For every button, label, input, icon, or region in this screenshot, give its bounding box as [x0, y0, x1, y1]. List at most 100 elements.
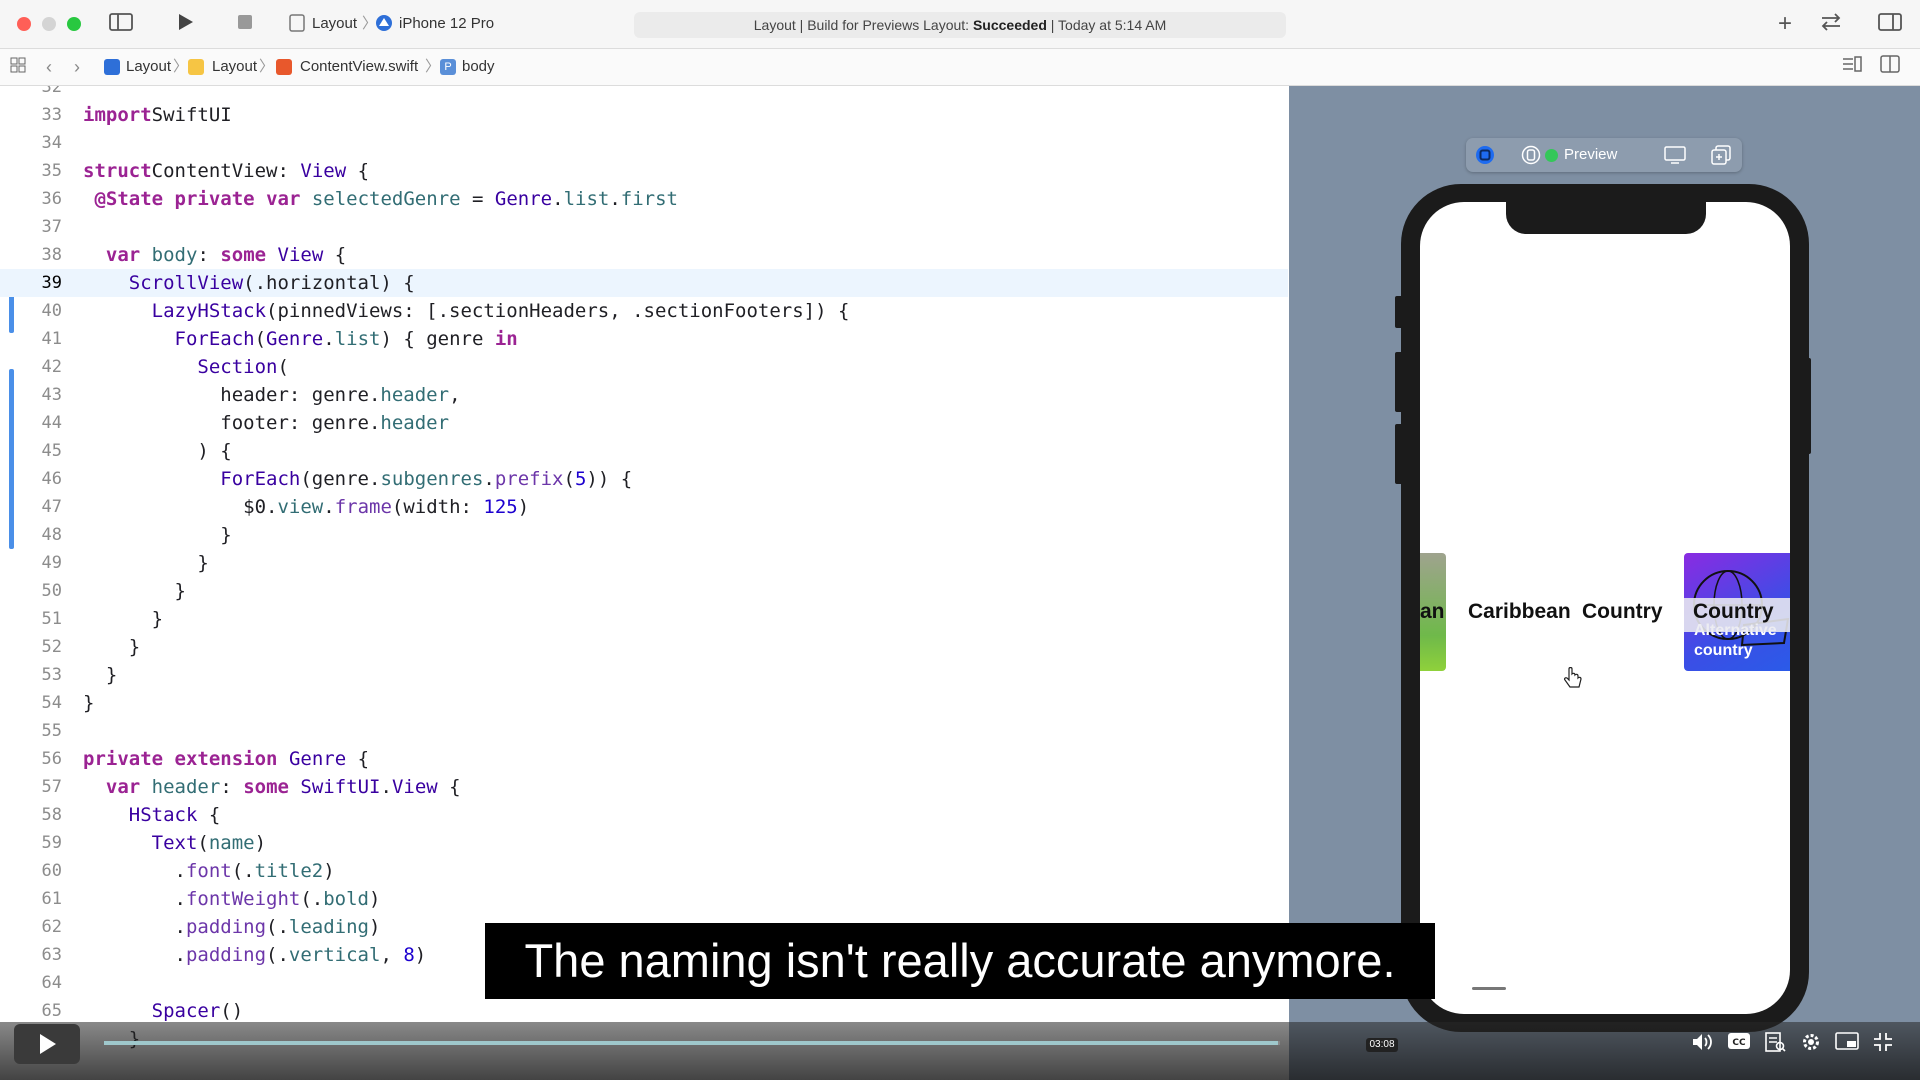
code-line[interactable]: 39 ScrollView(.horizontal) {	[0, 269, 1288, 297]
code-line[interactable]: 59 Text(name)	[0, 829, 1288, 857]
code-line[interactable]: 34	[0, 129, 1288, 157]
code-text: }	[83, 521, 231, 549]
plus-icon[interactable]: +	[1773, 12, 1797, 36]
code-token: .	[609, 188, 621, 210]
swap-icon[interactable]	[1818, 12, 1844, 36]
code-line[interactable]: 42 Section(	[0, 353, 1288, 381]
code-token: prefix	[494, 468, 564, 490]
code-token: ))	[586, 468, 610, 490]
code-text: }	[83, 689, 94, 717]
code-line[interactable]: 32	[0, 86, 1288, 101]
device-selector[interactable]: iPhone 12 Pro	[399, 14, 494, 34]
code-line[interactable]: 41 ForEach(Genre.list) { genre in	[0, 325, 1288, 353]
code-token: 125	[483, 496, 518, 518]
simulator-screen[interactable]: an Caribbean Country Alternative country…	[1420, 202, 1790, 1014]
code-line[interactable]: 48 }	[0, 521, 1288, 549]
split-editor-icon[interactable]	[1878, 55, 1902, 79]
volume-icon[interactable]	[1690, 1031, 1716, 1057]
code-token: list	[334, 328, 381, 350]
chevron-right-icon: 〉	[259, 58, 275, 75]
code-line[interactable]: 56 private extension Genre {	[0, 745, 1288, 773]
forward-icon[interactable]: ›	[68, 55, 86, 79]
code-line[interactable]: 57 var header: some SwiftUI.View {	[0, 773, 1288, 801]
code-token: ForEach	[174, 328, 255, 350]
code-text: ForEach(genre.subgenres.prefix(5)) {	[83, 465, 632, 493]
code-line[interactable]: 65 Spacer()	[0, 997, 1288, 1025]
code-token: :	[220, 776, 244, 798]
code-line[interactable]: 35 structContentView: View {	[0, 157, 1288, 185]
related-items-icon[interactable]	[8, 56, 28, 80]
code-token: footer: genre.	[83, 412, 381, 434]
closed-captions-icon[interactable]: CC	[1726, 1031, 1752, 1057]
code-line[interactable]: 40 LazyHStack(pinnedViews: [.sectionHead…	[0, 297, 1288, 325]
stop-button[interactable]	[232, 12, 258, 36]
line-number: 53	[41, 665, 62, 685]
code-token: var	[266, 188, 301, 210]
line-number: 60	[41, 861, 62, 881]
transcript-icon[interactable]	[1762, 1031, 1788, 1057]
code-text: var header: some SwiftUI.View {	[83, 773, 461, 801]
swift-file-icon	[276, 59, 292, 75]
video-progress-track[interactable]: 03:08	[104, 1038, 1398, 1052]
code-line[interactable]: 43 header: genre.header,	[0, 381, 1288, 409]
code-line[interactable]: 36 @State private var selectedGenre = Ge…	[0, 185, 1288, 213]
duplicate-preview-icon[interactable]	[1710, 145, 1732, 165]
line-number: 45	[41, 441, 62, 461]
code-token: list	[563, 188, 610, 210]
code-line[interactable]: 38 var body: some View {	[0, 241, 1288, 269]
selectable-mode-icon[interactable]	[1520, 145, 1542, 165]
zoom-window-button[interactable]	[67, 17, 81, 31]
code-line[interactable]: 53 }	[0, 661, 1288, 689]
line-number: 38	[41, 245, 62, 265]
code-token: (.	[266, 944, 289, 966]
code-text: Spacer()	[83, 997, 244, 1025]
play-icon[interactable]	[14, 1024, 80, 1064]
breadcrumb-symbol[interactable]: body	[462, 58, 495, 76]
code-line[interactable]: 45 ) {	[0, 437, 1288, 465]
code-line[interactable]: 44 footer: genre.header	[0, 409, 1288, 437]
code-token: fontWeight	[185, 888, 301, 910]
exit-fullscreen-icon[interactable]	[1870, 1031, 1896, 1057]
minimize-window-button[interactable]	[42, 17, 56, 31]
code-line[interactable]: 61 .fontWeight(.bold)	[0, 885, 1288, 913]
sidebar-toggle-icon[interactable]	[108, 12, 134, 36]
scheme-selector[interactable]: Layout	[312, 14, 357, 34]
code-line[interactable]: 58 HStack {	[0, 801, 1288, 829]
code-line[interactable]: 55	[0, 717, 1288, 745]
code-token: (	[254, 328, 267, 350]
code-token: ,	[380, 944, 404, 966]
code-token: .	[552, 188, 564, 210]
settings-gear-icon[interactable]	[1798, 1031, 1824, 1057]
breadcrumb-file[interactable]: ContentView.swift	[300, 58, 418, 76]
code-line[interactable]: 51 }	[0, 605, 1288, 633]
code-line[interactable]: 50 }	[0, 577, 1288, 605]
breadcrumb-folder[interactable]: Layout	[212, 58, 257, 76]
code-line[interactable]: 46 ForEach(genre.subgenres.prefix(5)) {	[0, 465, 1288, 493]
picture-in-picture-icon[interactable]	[1834, 1031, 1860, 1057]
code-line[interactable]: 54}	[0, 689, 1288, 717]
code-token: )	[254, 832, 267, 854]
editor-options-icon[interactable]	[1840, 55, 1864, 79]
preview-label[interactable]: Preview	[1564, 145, 1617, 165]
code-line[interactable]: 49 }	[0, 549, 1288, 577]
code-line[interactable]: 33 importSwiftUI	[0, 101, 1288, 129]
inspector-toggle-icon[interactable]	[1877, 12, 1903, 36]
code-line[interactable]: 52 }	[0, 633, 1288, 661]
code-line[interactable]: 60 .font(.title2)	[0, 857, 1288, 885]
code-token: (pinnedViews: [.sectionHeaders, .section…	[266, 300, 850, 322]
code-line[interactable]: 37	[0, 213, 1288, 241]
close-window-button[interactable]	[17, 17, 31, 31]
breadcrumb-project[interactable]: Layout	[126, 58, 171, 76]
live-preview-icon[interactable]	[1474, 145, 1496, 165]
code-token: )	[369, 888, 381, 910]
back-icon[interactable]: ‹	[40, 55, 58, 79]
code-line[interactable]: 47 $0.view.frame(width: 125)	[0, 493, 1288, 521]
code-text: HStack {	[83, 801, 221, 829]
code-text: ForEach(Genre.list) { genre in	[83, 325, 518, 353]
code-token: vertical	[288, 944, 381, 966]
run-button[interactable]	[172, 12, 198, 36]
code-text: }	[83, 661, 117, 689]
device-settings-icon[interactable]	[1664, 145, 1686, 165]
